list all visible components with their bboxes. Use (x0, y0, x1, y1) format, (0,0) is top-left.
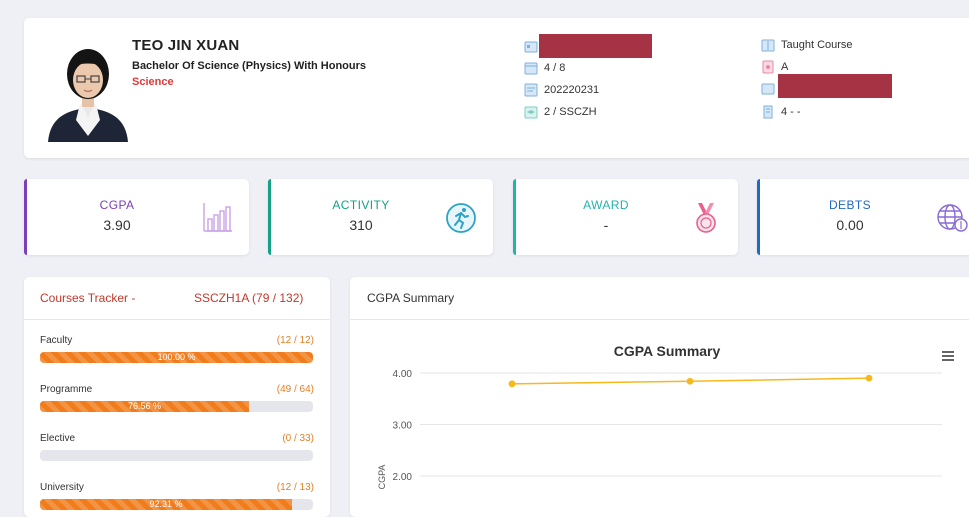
info-group: 2 / SSCZH (524, 104, 597, 120)
courses-tracker-card: Courses Tracker - SSCZH1A (79 / 132) Fac… (24, 277, 330, 517)
summary-header: CGPA Summary (350, 277, 969, 320)
progress-bar: 92.31 % (40, 499, 313, 510)
data-point (508, 380, 516, 388)
info-level: 4 - - (761, 104, 801, 120)
bar-chart-icon (203, 203, 232, 232)
degree-name: Bachelor Of Science (Physics) With Honou… (132, 60, 367, 72)
stat-label: ACTIVITY (332, 198, 390, 212)
building-icon (763, 105, 773, 119)
data-point (865, 374, 873, 382)
info-course-type: Taught Course (761, 37, 853, 53)
group-value: 2 / SSCZH (544, 106, 597, 118)
id-badge-icon (524, 83, 538, 97)
progress-bar: 100.00 % (40, 352, 313, 363)
stat-card-debts[interactable]: DEBTS 0.00 (757, 179, 969, 255)
cgpa-line-chart: CGPA Summary 4.00 3.00 2.00 CGPA (377, 343, 954, 490)
progress-fill: 100.00 % (40, 352, 313, 363)
faculty-name: Science (132, 76, 174, 88)
tracker-row-label: Elective (40, 433, 76, 444)
stat-value: - (603, 217, 609, 233)
contact-icon (761, 83, 775, 95)
hamburger-menu-icon[interactable] (942, 351, 954, 361)
stat-value: 310 (349, 217, 373, 233)
tracker-row-count: (12 / 12) (276, 335, 314, 346)
course-book-icon (761, 39, 775, 52)
progress-fill: 92.31 % (40, 499, 292, 510)
tracker-row-count: (49 / 64) (276, 384, 314, 395)
graduation-cap-icon (524, 106, 538, 119)
globe-dollar-icon (937, 204, 968, 232)
info-student-id: 202220231 (524, 82, 599, 98)
stat-card-award[interactable]: AWARD - (513, 179, 738, 255)
progress-bar: 76.56 % (40, 401, 313, 412)
medal-icon (696, 203, 716, 233)
cgpa-summary-card: CGPA Summary CGPA Summary 4.00 3.00 2.00 CGP… (350, 277, 969, 517)
tracker-row-label: University (40, 482, 84, 493)
course-type-value: Taught Course (781, 39, 853, 51)
tracker-row-label: Programme (40, 384, 93, 395)
tracker-program: SSCZH1A (79 / 132) (194, 291, 304, 305)
student-photo (46, 38, 130, 142)
progress-bar (40, 450, 313, 461)
status-value: A (781, 61, 789, 73)
info-semester: 4 / 8 (524, 60, 565, 76)
stat-label: DEBTS (828, 198, 871, 212)
y-axis-label: CGPA (377, 465, 387, 490)
running-icon (446, 203, 476, 233)
student-name: TEO JIN XUAN (132, 37, 240, 54)
stat-card-cgpa[interactable]: CGPA 3.90 (24, 179, 249, 255)
y-tick-label: 4.00 (393, 369, 413, 380)
stat-label: CGPA (99, 198, 135, 212)
stat-card-activity[interactable]: ACTIVITY 310 (268, 179, 493, 255)
level-value: 4 - - (781, 106, 801, 118)
tracker-title: Courses Tracker - (40, 291, 136, 305)
stat-value: 0.00 (836, 217, 864, 233)
chart-title: CGPA Summary (614, 343, 721, 359)
stat-label: AWARD (583, 198, 629, 212)
progress-fill: 76.56 % (40, 401, 249, 412)
semester-value: 4 / 8 (544, 62, 566, 74)
info-status: A (761, 59, 788, 75)
student-id-value: 202220231 (544, 84, 600, 96)
stat-value: 3.90 (103, 217, 131, 233)
summary-title: CGPA Summary (367, 291, 455, 305)
y-tick-label: 3.00 (393, 421, 413, 432)
tracker-row-label: Faculty (40, 335, 73, 346)
y-tick-label: 2.00 (393, 472, 413, 483)
redacted-field (539, 34, 652, 58)
calendar-icon (524, 62, 538, 75)
tracker-row-count: (12 / 13) (276, 482, 314, 493)
tracker-header: Courses Tracker - SSCZH1A (79 / 132) (24, 277, 330, 320)
id-card-icon (524, 41, 538, 53)
redacted-field (778, 74, 892, 98)
data-point (686, 377, 694, 385)
tracker-row-count: (0 / 33) (282, 433, 314, 444)
profile-card: TEO JIN XUAN Bachelor Of Science (Physic… (24, 18, 969, 158)
status-document-icon (762, 60, 774, 74)
